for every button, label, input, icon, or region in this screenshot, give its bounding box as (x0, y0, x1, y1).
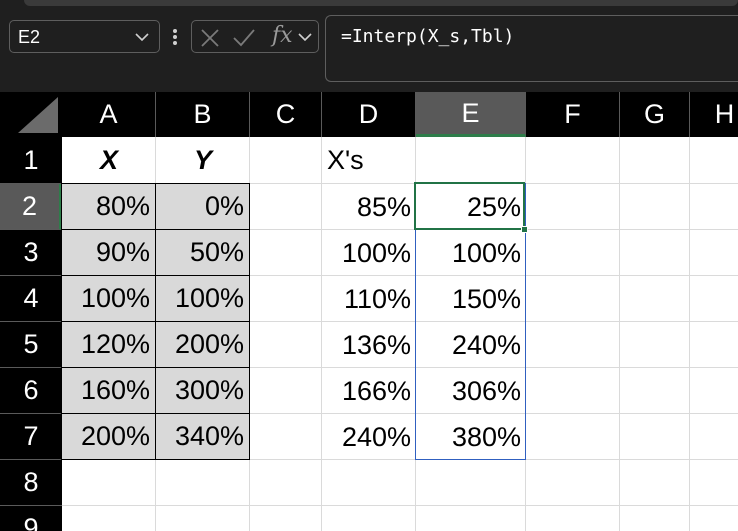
select-all-button[interactable] (0, 92, 62, 137)
cancel-icon[interactable] (200, 28, 220, 48)
row-header-9[interactable]: 9 (0, 506, 62, 531)
row-header-3[interactable]: 3 (0, 230, 62, 276)
result-cell[interactable]: 100% (416, 230, 526, 276)
name-box-value: E2 (18, 27, 41, 47)
table-cell-y[interactable]: 300% (155, 367, 250, 414)
column-header-a[interactable]: A (62, 92, 156, 137)
more-options-icon[interactable] (170, 24, 180, 50)
fill-handle[interactable] (521, 226, 528, 233)
formula-text: =Interp(X_s,Tbl) (341, 26, 515, 47)
formula-bar-area: E2 fx =Interp(X_s,Tbl) (0, 0, 738, 92)
row-header-2[interactable]: 2 (0, 184, 62, 230)
column-header-f[interactable]: F (526, 92, 620, 137)
table-cell-x[interactable]: 90% (61, 229, 156, 276)
formula-controls: fx (191, 20, 319, 53)
result-cell[interactable]: 25% (416, 184, 526, 230)
result-cell[interactable]: 380% (416, 414, 526, 460)
xs-value-cell[interactable]: 136% (322, 322, 416, 368)
gridline-horizontal (62, 505, 738, 506)
xs-value-cell[interactable]: 240% (322, 414, 416, 460)
enter-check-icon[interactable] (232, 27, 256, 47)
xs-value-cell[interactable]: 100% (322, 230, 416, 276)
header-cell-y[interactable]: Y (156, 137, 250, 183)
column-header-c[interactable]: C (250, 92, 322, 137)
row-header-8[interactable]: 8 (0, 460, 62, 506)
ribbon-edge (24, 0, 738, 6)
insert-function-icon[interactable]: fx (272, 23, 293, 48)
table-cell-y[interactable]: 50% (155, 229, 250, 276)
column-header-d[interactable]: D (322, 92, 416, 137)
result-cell[interactable]: 150% (416, 276, 526, 322)
spreadsheet-grid[interactable]: A B C D E F G H 1 2 3 4 5 6 7 8 9 X Y X's 80% 0% 90% 50% 100% 100… (0, 92, 738, 531)
column-header-e[interactable]: E (416, 92, 526, 137)
row-header-1[interactable]: 1 (0, 137, 62, 184)
gridline-vertical (619, 137, 620, 531)
row-header-4[interactable]: 4 (0, 276, 62, 322)
name-box[interactable]: E2 (9, 20, 160, 53)
column-header-g[interactable]: G (620, 92, 690, 137)
column-header-h[interactable]: H (690, 92, 738, 137)
table-cell-x[interactable]: 200% (61, 413, 156, 460)
xs-value-cell[interactable]: 166% (322, 368, 416, 414)
gridline-vertical (689, 137, 690, 531)
header-cell-xs[interactable]: X's (322, 137, 442, 183)
table-cell-y[interactable]: 340% (155, 413, 250, 460)
table-cell-y[interactable]: 0% (155, 183, 250, 230)
header-cell-x[interactable]: X (62, 137, 156, 183)
formula-input[interactable]: =Interp(X_s,Tbl) (325, 15, 738, 82)
table-cell-x[interactable]: 120% (61, 321, 156, 368)
table-cell-x[interactable]: 80% (61, 183, 156, 230)
result-cell[interactable]: 240% (416, 322, 526, 368)
row-header-5[interactable]: 5 (0, 322, 62, 368)
xs-value-cell[interactable]: 85% (322, 184, 416, 230)
row-header-6[interactable]: 6 (0, 368, 62, 414)
chevron-down-icon[interactable] (135, 27, 149, 47)
row-header-7[interactable]: 7 (0, 414, 62, 460)
select-all-triangle-icon (18, 97, 58, 133)
xs-value-cell[interactable]: 110% (322, 276, 416, 322)
chevron-down-icon[interactable] (298, 27, 312, 47)
table-cell-y[interactable]: 200% (155, 321, 250, 368)
table-cell-x[interactable]: 100% (61, 275, 156, 322)
result-cell[interactable]: 306% (416, 368, 526, 414)
column-header-b[interactable]: B (156, 92, 250, 137)
table-cell-x[interactable]: 160% (61, 367, 156, 414)
table-cell-y[interactable]: 100% (155, 275, 250, 322)
